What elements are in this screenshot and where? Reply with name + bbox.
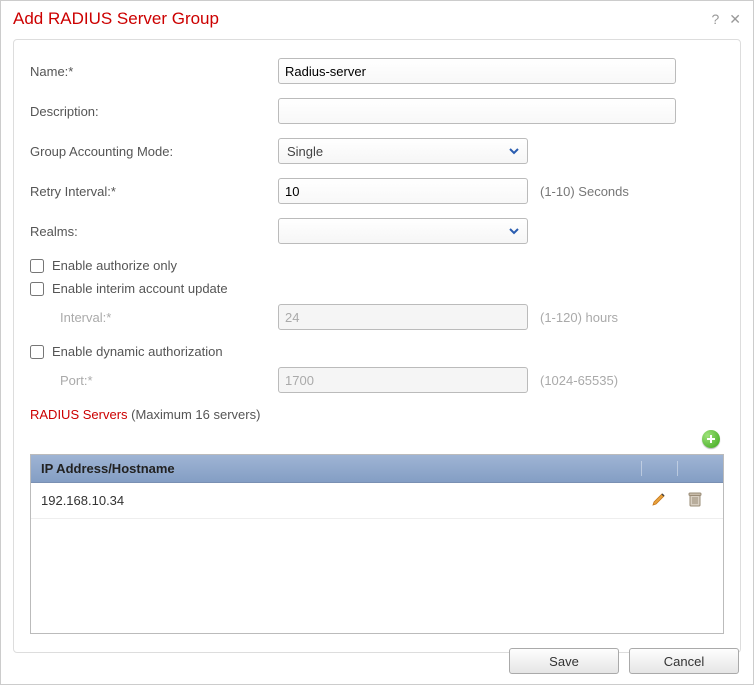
column-ip-hostname: IP Address/Hostname — [41, 461, 641, 476]
help-icon[interactable]: ? — [711, 11, 719, 28]
interim-update-checkbox[interactable] — [30, 282, 44, 296]
port-hint: (1024-65535) — [540, 373, 618, 388]
name-label: Name:* — [30, 64, 278, 79]
edit-icon[interactable] — [641, 491, 677, 510]
interval-hint: (1-120) hours — [540, 310, 618, 325]
retry-label: Retry Interval:* — [30, 184, 278, 199]
interim-update-label: Enable interim account update — [52, 281, 228, 296]
description-input[interactable] — [278, 98, 676, 124]
description-label: Description: — [30, 104, 278, 119]
authorize-only-label: Enable authorize only — [52, 258, 177, 273]
dialog-title: Add RADIUS Server Group — [13, 9, 219, 29]
add-server-button[interactable] — [702, 430, 720, 448]
content-frame: Name:* Description: Group Accounting Mod… — [13, 39, 741, 653]
interval-input — [278, 304, 528, 330]
radius-servers-title: RADIUS Servers — [30, 407, 128, 422]
close-icon[interactable]: ✕ — [729, 11, 741, 28]
dynamic-auth-checkbox[interactable] — [30, 345, 44, 359]
dialog-footer: Save Cancel — [509, 648, 739, 674]
group-accounting-select[interactable]: Single — [278, 138, 528, 164]
realms-label: Realms: — [30, 224, 278, 239]
dynamic-auth-label: Enable dynamic authorization — [52, 344, 223, 359]
group-accounting-label: Group Accounting Mode: — [30, 144, 278, 159]
port-label: Port:* — [30, 373, 278, 388]
radius-servers-subtitle: (Maximum 16 servers) — [128, 407, 261, 422]
chevron-down-icon — [505, 146, 523, 156]
titlebar-actions: ? ✕ — [711, 11, 741, 28]
table-header: IP Address/Hostname — [31, 455, 723, 483]
dialog-add-radius-server-group: Add RADIUS Server Group ? ✕ Name:* Descr… — [0, 0, 754, 685]
authorize-only-checkbox[interactable] — [30, 259, 44, 273]
port-input — [278, 367, 528, 393]
cancel-button[interactable]: Cancel — [629, 648, 739, 674]
name-input[interactable] — [278, 58, 676, 84]
titlebar: Add RADIUS Server Group ? ✕ — [1, 1, 753, 33]
group-accounting-value: Single — [287, 144, 323, 159]
delete-icon[interactable] — [677, 491, 713, 510]
servers-table: IP Address/Hostname 192.168.10.34 — [30, 454, 724, 634]
retry-input[interactable] — [278, 178, 528, 204]
interval-label: Interval:* — [30, 310, 278, 325]
table-row: 192.168.10.34 — [31, 483, 723, 519]
realms-select[interactable] — [278, 218, 528, 244]
server-ip-cell: 192.168.10.34 — [41, 493, 641, 508]
retry-hint: (1-10) Seconds — [540, 184, 629, 199]
radius-servers-heading: RADIUS Servers (Maximum 16 servers) — [30, 407, 724, 422]
chevron-down-icon — [505, 226, 523, 236]
save-button[interactable]: Save — [509, 648, 619, 674]
